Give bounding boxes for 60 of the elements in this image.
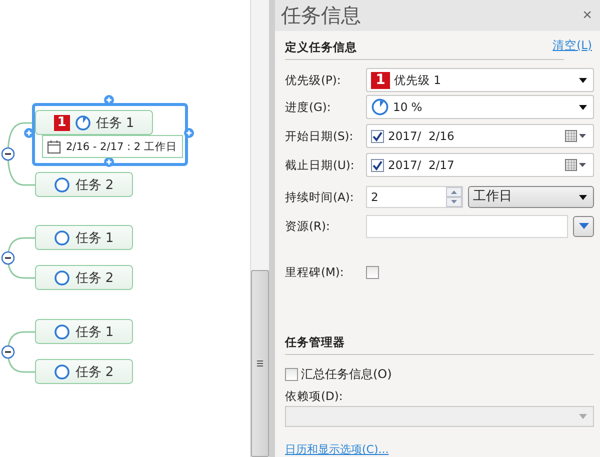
task-label: 任务 2 <box>75 270 114 286</box>
panel-title: 任务信息 <box>281 2 361 29</box>
collapse-icon[interactable] <box>1 251 15 265</box>
field-label: 进度(G): <box>285 100 332 114</box>
dropdown-button[interactable] <box>573 216 594 236</box>
selection-frame[interactable] <box>32 103 188 166</box>
priority-dropdown[interactable]: 1 优先级 1 <box>366 68 594 92</box>
task-label: 任务 1 <box>75 324 114 340</box>
task-node[interactable]: 任务 1 <box>35 225 133 250</box>
section-heading: 任务管理器 <box>285 335 345 349</box>
add-handle-icon[interactable] <box>184 128 194 138</box>
task-label: 任务 1 <box>96 114 134 132</box>
task-node[interactable]: 任务 2 <box>35 172 133 197</box>
date-picker[interactable]: 2017/ 2/16 <box>366 124 594 148</box>
field-label: 开始日期(S): <box>285 129 354 143</box>
progress-dropdown[interactable]: 10 % <box>366 95 594 119</box>
task-node[interactable]: 任务 2 <box>35 265 133 290</box>
resource-field[interactable] <box>366 214 568 238</box>
checkbox[interactable] <box>371 130 384 142</box>
priority-badge: 1 <box>54 114 70 130</box>
field-label: 持续时间(A): <box>285 190 355 204</box>
checkbox[interactable] <box>366 266 379 278</box>
collapse-icon[interactable] <box>1 147 15 161</box>
field-label: 优先级(P): <box>285 73 342 87</box>
task-label: 任务 2 <box>75 176 114 194</box>
schedule-text: 2/16 - 2/17 : 2 工作日 <box>66 140 177 154</box>
checkbox[interactable] <box>371 158 384 172</box>
task-node[interactable]: 任务 1 <box>35 319 133 344</box>
caret-icon <box>579 414 587 419</box>
checkbox-label: 汇总任务信息(O) <box>301 367 392 381</box>
field-label: 依赖项(D): <box>285 389 344 403</box>
calendar-icon[interactable] <box>565 130 587 142</box>
calendar-icon[interactable] <box>565 159 587 171</box>
caret-icon <box>578 223 588 229</box>
add-handle-icon[interactable] <box>104 95 114 105</box>
collapse-icon[interactable] <box>1 345 15 359</box>
spinner-arrows-icon[interactable] <box>446 187 462 207</box>
field-label: 资源(R): <box>285 219 331 233</box>
section-heading: 定义任务信息 <box>285 40 357 54</box>
close-button[interactable]: × <box>580 6 594 24</box>
unit-dropdown[interactable]: 工作日 <box>468 186 594 208</box>
field-label: 截止日期(U): <box>285 158 356 172</box>
task-label: 任务 1 <box>75 230 114 246</box>
date-picker[interactable]: 2017/ 2/17 <box>366 153 594 177</box>
scrollbar-thumb[interactable] <box>251 270 269 457</box>
duration-spinner[interactable]: 2 <box>366 186 463 208</box>
task-label: 任务 2 <box>75 364 114 380</box>
caret-icon <box>579 194 587 200</box>
task-node[interactable]: 1 任务 1 <box>35 110 153 135</box>
caret-icon <box>579 78 587 82</box>
calendar-options-link[interactable]: 日历和显示选项(C)... <box>285 443 389 457</box>
add-handle-icon[interactable] <box>24 128 34 138</box>
calendar-icon <box>47 140 61 154</box>
field-label: 里程碑(M): <box>285 265 345 279</box>
task-node[interactable]: 任务 2 <box>35 359 133 384</box>
priority-badge: 1 <box>371 72 390 88</box>
clear-link[interactable]: 清空(L) <box>552 38 592 52</box>
caret-icon <box>579 104 587 110</box>
checkbox[interactable] <box>285 368 298 380</box>
grip-icon <box>257 360 263 367</box>
